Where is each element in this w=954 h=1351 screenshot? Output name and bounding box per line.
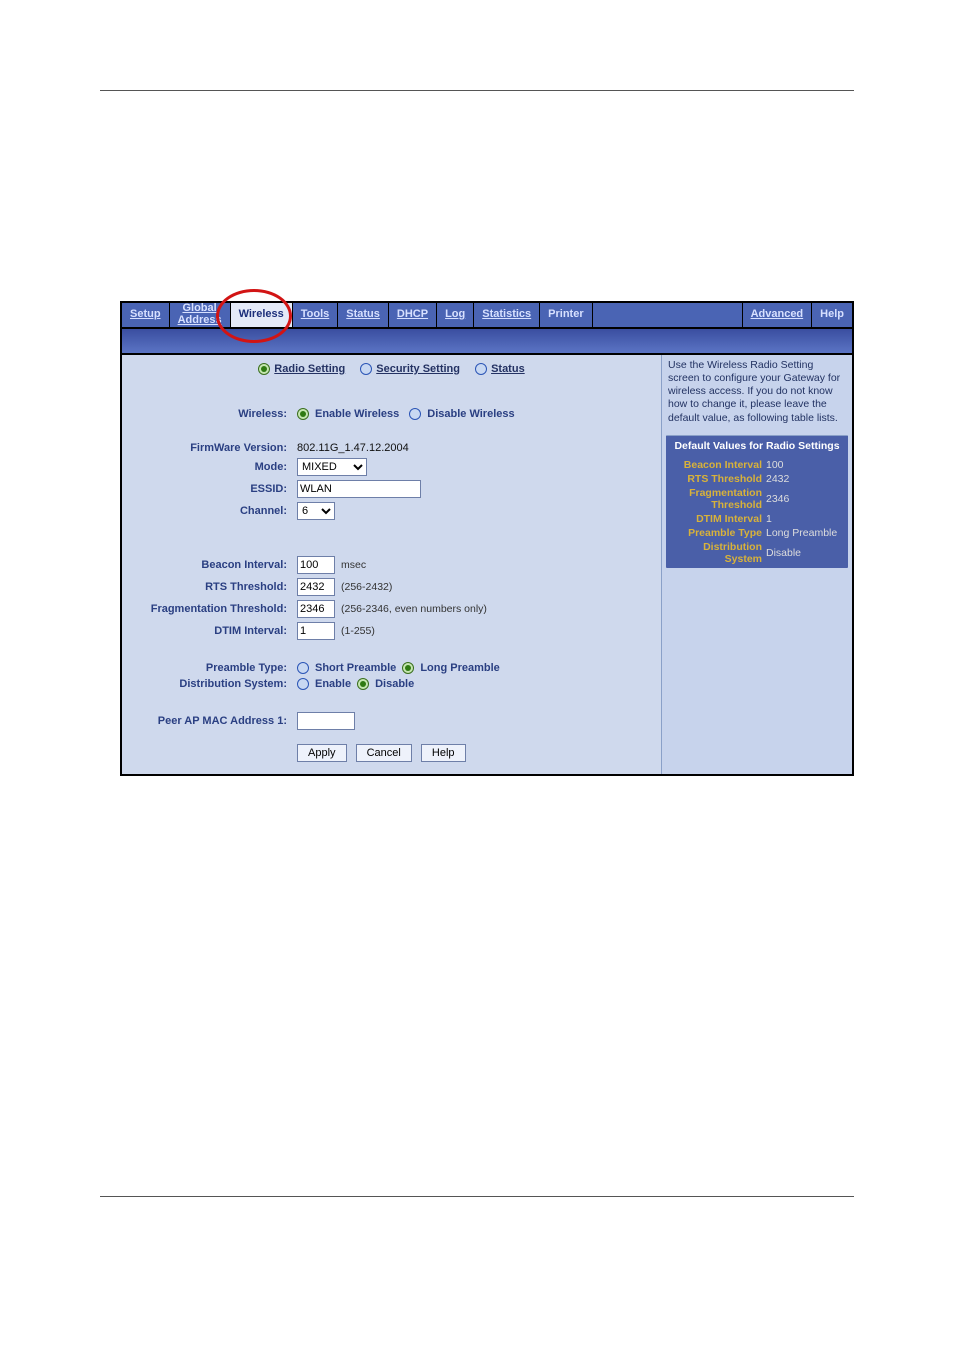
dtim-hint: (1-255): [341, 625, 375, 637]
default-row: RTS Threshold2432: [666, 472, 848, 486]
rts-hint: (256-2432): [341, 581, 392, 593]
radio-long-preamble[interactable]: [402, 662, 414, 674]
enable-wireless-text: Enable Wireless: [315, 408, 399, 420]
default-row: DTIM Interval1: [666, 512, 848, 526]
form-buttons: Apply Cancel Help: [297, 744, 661, 762]
beacon-hint: msec: [341, 559, 366, 571]
wireless-subnav: Radio Setting Security Setting Status: [122, 355, 661, 390]
rts-input[interactable]: [297, 578, 335, 596]
help-button[interactable]: Help: [421, 744, 466, 762]
radio-dot-icon: [258, 363, 270, 375]
peer1-input[interactable]: [297, 712, 355, 730]
top-rule: [100, 90, 854, 91]
short-preamble-text: Short Preamble: [315, 662, 396, 674]
radio-dist-disable[interactable]: [357, 678, 369, 690]
channel-label: Channel:: [122, 505, 297, 517]
tab-log[interactable]: Log: [437, 303, 474, 327]
beacon-label: Beacon Interval:: [122, 559, 297, 571]
dtim-label: DTIM Interval:: [122, 625, 297, 637]
help-text: Use the Wireless Radio Setting screen to…: [662, 355, 852, 435]
subnav-radio-setting[interactable]: Radio Setting: [258, 363, 345, 375]
radio-dot-icon: [475, 363, 487, 375]
disable-wireless-text: Disable Wireless: [427, 408, 514, 420]
default-row: Preamble TypeLong Preamble: [666, 526, 848, 540]
router-admin-panel: Setup Global Address Wireless Tools Stat…: [120, 301, 854, 776]
default-row: Distribution SystemDisable: [666, 540, 848, 566]
channel-select[interactable]: 6: [297, 502, 335, 520]
primary-tabs: Setup Global Address Wireless Tools Stat…: [120, 301, 854, 329]
essid-input[interactable]: [297, 480, 421, 498]
dtim-input[interactable]: [297, 622, 335, 640]
long-preamble-text: Long Preamble: [420, 662, 499, 674]
peer1-label: Peer AP MAC Address 1:: [122, 715, 297, 727]
dist-disable-text: Disable: [375, 678, 414, 690]
tab-gradient-strip: [120, 329, 854, 355]
main-form: Radio Setting Security Setting Status Wi…: [122, 355, 661, 774]
beacon-input[interactable]: [297, 556, 335, 574]
radio-dot-icon: [360, 363, 372, 375]
default-values-title: Default Values for Radio Settings: [666, 438, 848, 458]
tab-printer[interactable]: Printer: [540, 303, 592, 327]
frag-label: Fragmentation Threshold:: [122, 603, 297, 615]
frag-hint: (256-2346, even numbers only): [341, 603, 487, 615]
radio-disable-wireless[interactable]: [409, 408, 421, 420]
tab-spacer: [593, 303, 743, 327]
help-sidebar: Use the Wireless Radio Setting screen to…: [661, 355, 852, 774]
subnav-status[interactable]: Status: [475, 363, 525, 375]
default-values-box: Default Values for Radio Settings Beacon…: [666, 435, 848, 568]
default-row: Beacon Interval100: [666, 458, 848, 472]
tab-wireless[interactable]: Wireless: [231, 303, 293, 327]
mode-label: Mode:: [122, 461, 297, 473]
firmware-label: FirmWare Version:: [122, 442, 297, 454]
tab-dhcp[interactable]: DHCP: [389, 303, 437, 327]
dist-enable-text: Enable: [315, 678, 351, 690]
apply-button[interactable]: Apply: [297, 744, 347, 762]
preamble-label: Preamble Type:: [122, 662, 297, 674]
tab-status[interactable]: Status: [338, 303, 389, 327]
tab-help[interactable]: Help: [812, 303, 852, 327]
essid-label: ESSID:: [122, 483, 297, 495]
tab-advanced[interactable]: Advanced: [743, 303, 813, 327]
rts-label: RTS Threshold:: [122, 581, 297, 593]
radio-dist-enable[interactable]: [297, 678, 309, 690]
bottom-rule: [100, 1196, 854, 1197]
radio-short-preamble[interactable]: [297, 662, 309, 674]
firmware-value: 802.11G_1.47.12.2004: [297, 442, 409, 454]
mode-select[interactable]: MIXED: [297, 458, 367, 476]
radio-enable-wireless[interactable]: [297, 408, 309, 420]
tab-tools[interactable]: Tools: [293, 303, 339, 327]
tab-setup[interactable]: Setup: [122, 303, 170, 327]
tab-statistics[interactable]: Statistics: [474, 303, 540, 327]
wireless-label: Wireless:: [122, 408, 297, 420]
tab-global-address[interactable]: Global Address: [170, 303, 231, 327]
subnav-security-setting[interactable]: Security Setting: [360, 363, 460, 375]
frag-input[interactable]: [297, 600, 335, 618]
cancel-button[interactable]: Cancel: [356, 744, 412, 762]
default-row: Fragmentation Threshold2346: [666, 486, 848, 512]
dist-label: Distribution System:: [122, 678, 297, 690]
